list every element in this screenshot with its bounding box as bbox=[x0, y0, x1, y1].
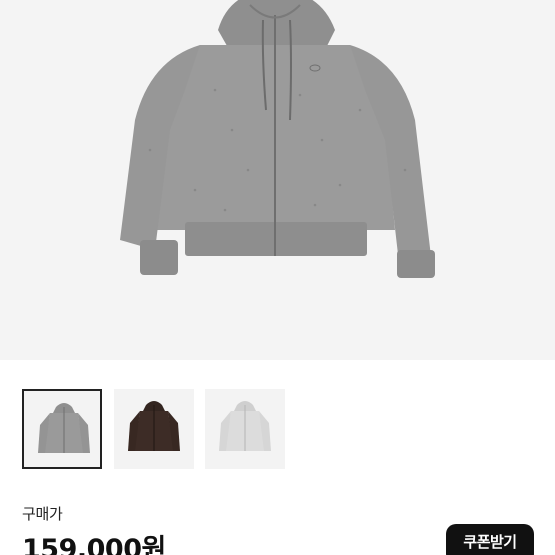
grey-hoodie-thumbnail[interactable] bbox=[22, 389, 102, 469]
price-value: 159,000원 bbox=[22, 534, 166, 555]
brown-hoodie-icon bbox=[128, 401, 180, 451]
grey-hoodie-illustration bbox=[120, 0, 435, 278]
grey-hoodie-icon bbox=[38, 403, 90, 453]
white-hoodie-icon bbox=[219, 401, 271, 451]
thumbnail-strip bbox=[0, 389, 555, 469]
brown-hoodie-thumbnail[interactable] bbox=[114, 389, 194, 469]
coupon-button[interactable]: 쿠폰받기 bbox=[446, 524, 534, 555]
price-label: 구매가 bbox=[22, 505, 63, 523]
product-main-image bbox=[0, 0, 555, 360]
white-hoodie-thumbnail[interactable] bbox=[205, 389, 285, 469]
